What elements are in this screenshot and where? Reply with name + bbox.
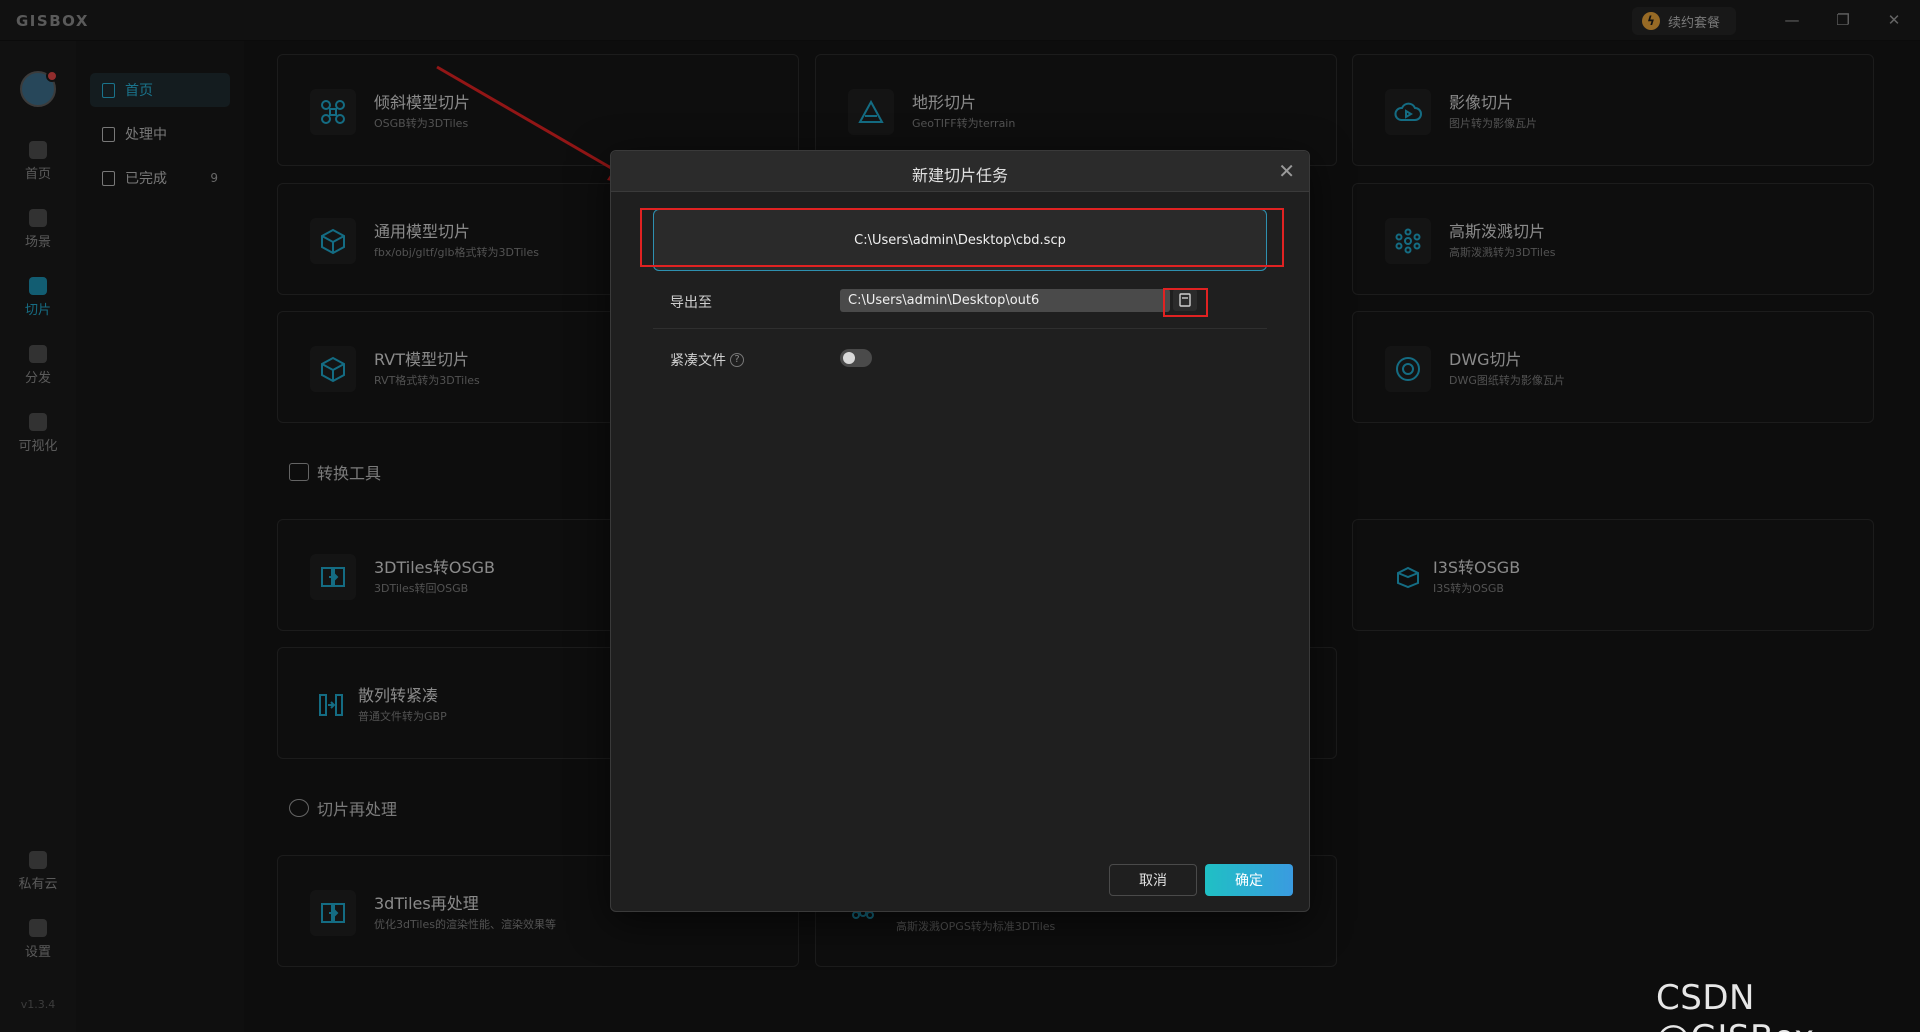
export-label: 导出至	[670, 295, 712, 311]
dialog-header: 新建切片任务 ✕	[611, 151, 1309, 192]
watermark: CSDN @GISBox	[1656, 978, 1814, 1032]
cancel-button[interactable]: 取消	[1109, 864, 1197, 896]
annotation-highlight-source	[640, 208, 1284, 267]
export-path-input[interactable]	[840, 289, 1170, 312]
divider	[653, 328, 1267, 329]
new-slice-task-dialog: 新建切片任务 ✕ C:\Users\admin\Desktop\cbd.scp …	[610, 150, 1310, 912]
compact-file-toggle[interactable]	[840, 349, 872, 367]
app-window: GISBOX ϟ 续约套餐 — ❐ ✕ 首页 场景 切片 分发 可视化 私有云 …	[0, 0, 1920, 1032]
compact-file-label: 紧凑文件 ?	[670, 350, 744, 370]
toggle-knob	[843, 352, 855, 364]
confirm-button[interactable]: 确定	[1205, 864, 1293, 896]
close-icon[interactable]: ✕	[1278, 159, 1295, 183]
help-icon[interactable]: ?	[730, 353, 744, 367]
annotation-highlight-browse	[1163, 288, 1208, 317]
dialog-title: 新建切片任务	[911, 166, 1008, 185]
